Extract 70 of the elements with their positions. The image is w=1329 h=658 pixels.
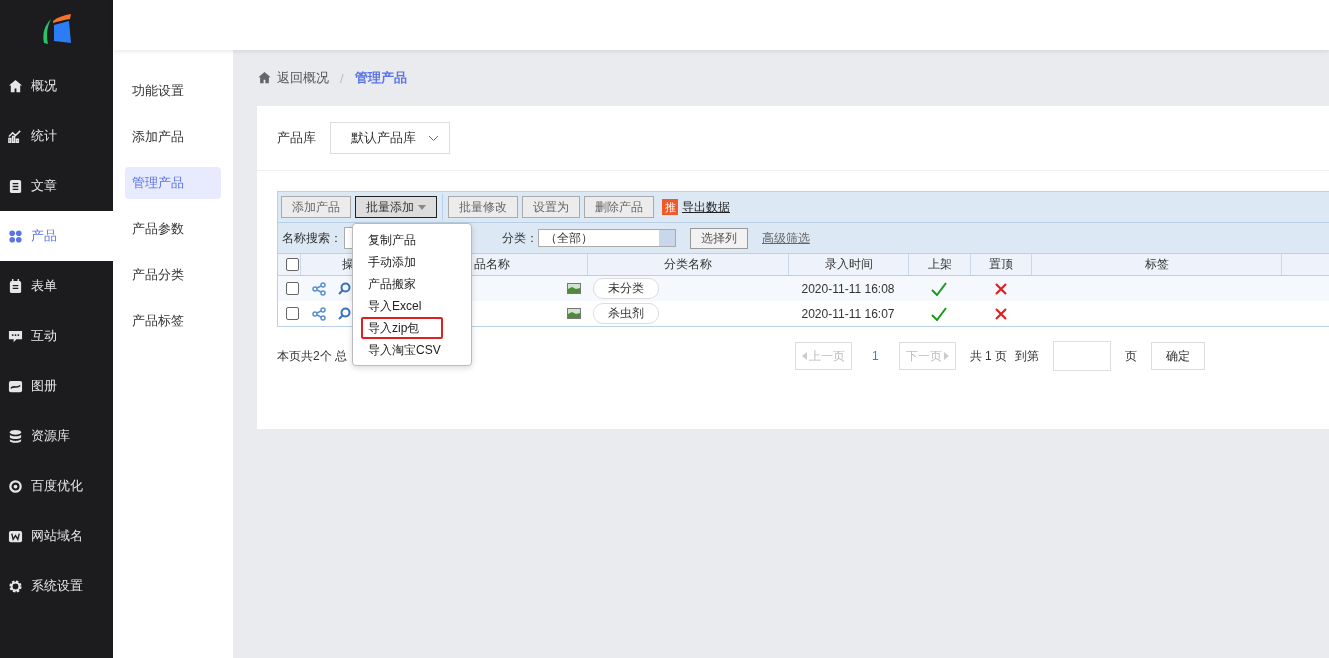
share-icon[interactable] [312,306,326,321]
left-caret-icon [802,352,807,360]
image-icon [567,308,581,319]
name-search-label: 名称搜索： [282,229,342,247]
column-header[interactable]: 上架 [908,254,970,275]
caret-icon [418,204,426,210]
chart-icon [8,128,23,144]
column-header[interactable]: 分类名称 [587,254,788,275]
page-input[interactable] [1053,341,1112,371]
right-caret-icon [943,352,949,360]
grid-icon [8,228,23,244]
select-all-checkbox[interactable] [286,258,299,271]
share-icon[interactable] [312,281,326,296]
check-icon [931,281,947,296]
menu-item[interactable]: 产品搬家 [353,273,471,295]
toolbar-button[interactable]: 添加产品 [281,196,351,218]
confirm-button[interactable]: 确定 [1151,342,1206,370]
album-icon [8,378,23,394]
page-number[interactable]: 1 [872,349,879,363]
menu-item[interactable]: 手动添加 [353,251,471,273]
page-summary: 本页共2个 总 [277,347,347,365]
column-header[interactable]: 标签 [1031,254,1281,275]
ring-icon [8,478,23,494]
time-cell-text: 2020-11-11 16:08 [800,281,896,296]
export-link[interactable]: 导出数据 [682,198,730,216]
menu-item[interactable]: 复制产品 [353,229,471,251]
page-total: 共 1 页 [969,347,1008,365]
category-select[interactable]: （全部） [538,229,676,247]
advanced-filter-link[interactable]: 高级筛选 [762,229,810,247]
sidebar-item[interactable]: 产品 [0,211,113,261]
cross-icon [994,282,1007,295]
gear-icon [8,578,23,594]
toolbar-button[interactable]: 批量修改 [448,196,518,218]
cross-icon [994,307,1007,320]
library-label: 产品库 [277,129,316,147]
toolbar-button[interactable]: 删除产品 [584,196,654,218]
search-icon[interactable] [338,307,351,320]
category-tag: 杀虫剂 [593,303,659,324]
select-columns-button[interactable]: 选择列 [690,227,748,249]
category-tag: 未分类 [593,278,659,299]
column-header[interactable]: 录入时间 [788,254,908,275]
menu-item[interactable]: 导入zip包 [361,317,443,339]
chat-icon [8,328,23,344]
toolbar-button[interactable]: 设置为 [522,196,580,218]
row-checkbox[interactable] [286,307,299,320]
goto-label: 到第 [1015,347,1040,365]
w-icon [8,528,23,544]
menu-item[interactable]: 导入Excel [353,295,471,317]
image-icon [567,283,581,294]
page-unit: 页 [1125,347,1138,365]
home-icon [257,71,272,85]
menu-item[interactable]: 导入淘宝CSV [353,339,471,361]
column-header[interactable]: 置顶 [970,254,1031,275]
home-icon [8,78,23,94]
breadcrumb-separator: / [340,70,344,86]
breadcrumb-current: 管理产品 [354,69,407,87]
promo-badge: 推 [662,199,678,215]
time-cell-text: 2020-11-11 16:07 [800,306,896,321]
category-label: 分类： [502,229,538,247]
row-checkbox[interactable] [286,282,299,295]
chevron-icon [428,134,439,142]
search-icon[interactable] [338,282,351,295]
db-icon [8,428,23,444]
form-icon [8,278,23,294]
library-select[interactable]: 默认产品库 [330,122,450,154]
toolbar-button[interactable]: 批量添加 [355,196,437,218]
submenu-item[interactable]: 管理产品 [125,167,221,199]
doc-icon [8,178,23,194]
check-icon [931,306,947,321]
back-link[interactable]: 返回概况 [257,69,329,87]
